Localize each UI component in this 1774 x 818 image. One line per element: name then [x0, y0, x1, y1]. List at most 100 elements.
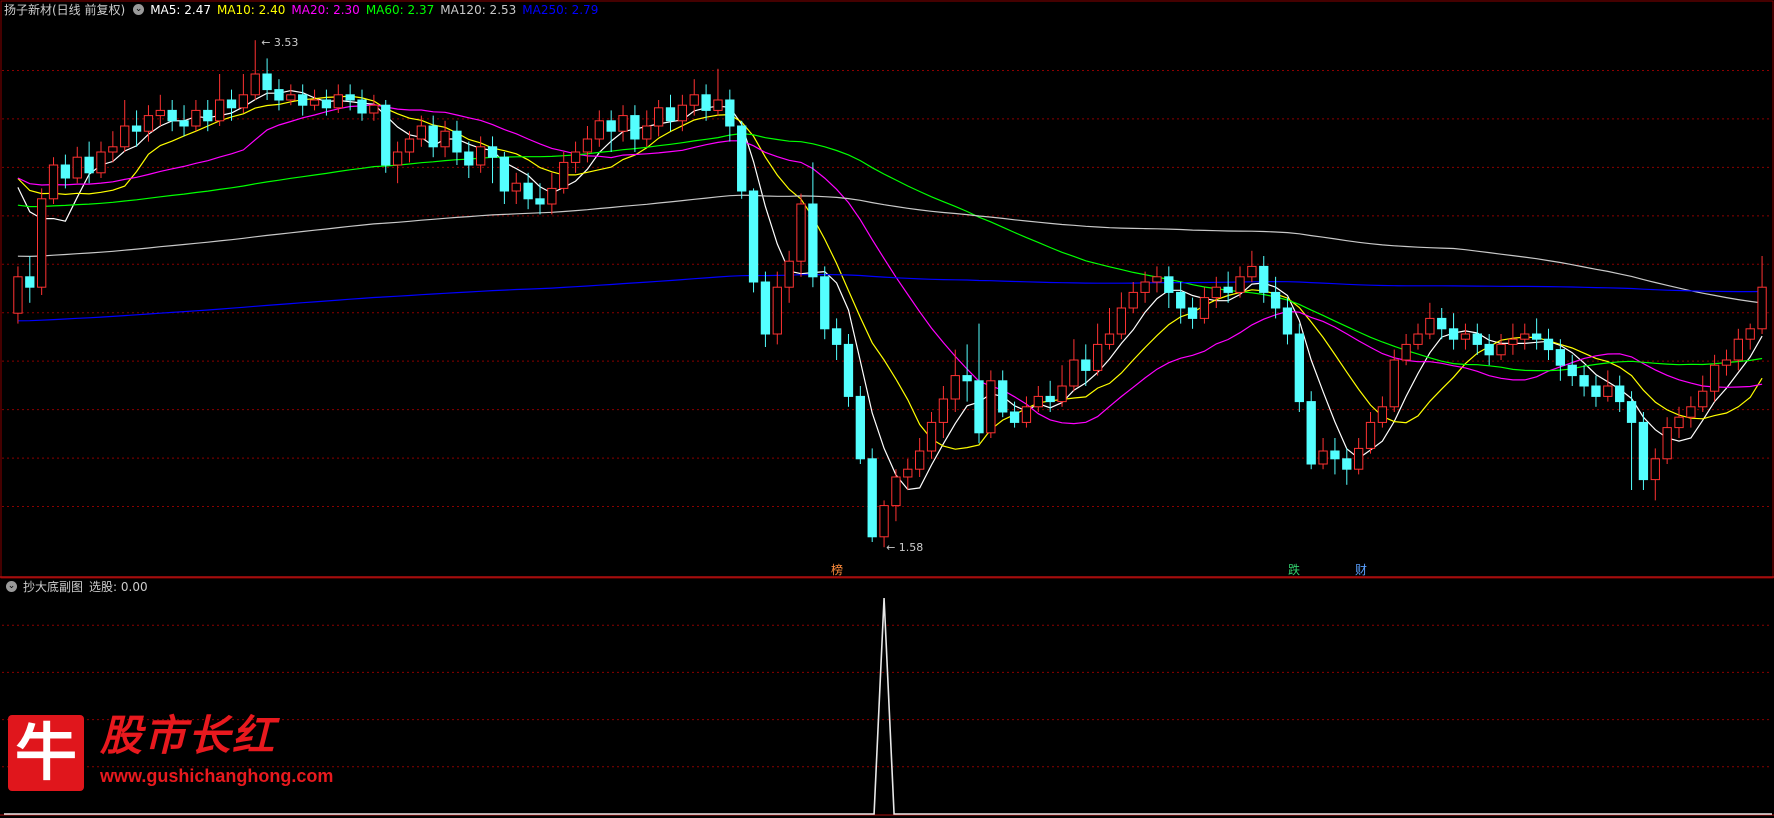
ma-indicator-0: MA5: 2.47: [150, 3, 211, 17]
candle-body: [642, 125, 652, 140]
candle: [1650, 448, 1660, 501]
candle-body: [1270, 291, 1281, 309]
candle: [1116, 292, 1127, 340]
candle-body: [689, 94, 699, 106]
candle: [1567, 354, 1577, 386]
candle: [582, 126, 593, 163]
candle-body: [333, 94, 343, 109]
candle-body: [416, 125, 426, 140]
candle-body: [1757, 286, 1767, 330]
candle: [238, 74, 249, 113]
collapse-icon[interactable]: ⌄: [6, 581, 17, 592]
candle: [1579, 365, 1589, 397]
ma-indicator-3: MA60: 2.37: [365, 3, 435, 17]
candle: [1318, 438, 1328, 470]
candle: [1508, 323, 1518, 355]
candle-body: [286, 94, 296, 101]
candle-body: [547, 187, 557, 205]
candle: [784, 250, 794, 303]
candle: [1306, 391, 1316, 470]
kline-chart[interactable]: ← 3.53 ← 1.58: [0, 0, 1774, 818]
candle: [499, 152, 510, 204]
candle-body: [962, 375, 972, 382]
candle-body: [725, 99, 735, 127]
candle-body: [748, 190, 759, 283]
candle-body: [1354, 447, 1364, 470]
candle: [369, 94, 379, 121]
candle: [1496, 334, 1506, 360]
candle-body: [250, 73, 260, 96]
candle: [392, 141, 403, 184]
bull-logo-icon: 牛: [8, 715, 84, 791]
candle-body: [238, 94, 249, 109]
candle-body: [582, 138, 593, 153]
candle: [1128, 282, 1138, 314]
candle-body: [1389, 359, 1399, 408]
logo-url: www.gushichanghong.com: [100, 766, 334, 786]
candle-body: [1484, 343, 1494, 356]
candle-body: [25, 276, 35, 288]
candle: [131, 110, 142, 147]
candle-body: [1223, 286, 1233, 293]
candle-body: [808, 203, 818, 278]
candle-body: [677, 104, 688, 122]
candle: [618, 105, 628, 142]
candle-body: [1721, 359, 1732, 366]
ma-indicator-5: MA250: 2.79: [522, 3, 599, 17]
candle: [1626, 391, 1637, 490]
candle: [1425, 302, 1435, 340]
candle-body: [594, 120, 604, 140]
candle-body: [630, 115, 640, 140]
candle: [867, 448, 877, 542]
candle: [72, 146, 82, 184]
candle-body: [1116, 307, 1127, 335]
candle: [1164, 266, 1174, 308]
candle: [701, 84, 711, 121]
candle-body: [665, 107, 676, 122]
candle-body: [1128, 291, 1138, 309]
candle: [143, 105, 154, 142]
candle-body: [1555, 349, 1566, 366]
candle: [191, 100, 201, 132]
candle-body: [452, 130, 462, 153]
candle: [1223, 271, 1233, 303]
candle-body: [1448, 328, 1459, 340]
candle-body: [986, 380, 996, 434]
candle-body: [570, 151, 581, 163]
candle: [1603, 370, 1613, 402]
candle-body: [309, 99, 320, 106]
candle: [1531, 318, 1542, 350]
candle: [1413, 323, 1423, 350]
candle-body: [1152, 276, 1162, 283]
candle: [547, 172, 557, 215]
candle-body: [1021, 406, 1032, 423]
candle-body: [867, 458, 877, 538]
candle-body: [1674, 416, 1684, 429]
candle: [1686, 396, 1696, 428]
candle: [1104, 308, 1115, 350]
signal-label-bang: 榜: [831, 563, 844, 577]
candle: [606, 110, 616, 152]
candle-body: [214, 99, 225, 122]
candle-body: [476, 146, 486, 166]
candle-body: [369, 104, 379, 114]
candle: [428, 115, 438, 158]
candle: [725, 89, 735, 142]
candle: [891, 469, 901, 522]
candlestick-series: [13, 40, 1767, 548]
collapse-icon[interactable]: ⌄: [133, 4, 145, 15]
ma-indicator-2: MA20: 2.30: [291, 3, 360, 17]
candle-body: [1472, 333, 1482, 345]
candle-body: [1567, 364, 1577, 377]
candle-body: [464, 151, 474, 166]
candle: [464, 141, 474, 178]
candle-body: [1638, 421, 1649, 481]
candle: [298, 84, 308, 116]
candle: [1638, 412, 1649, 490]
candle-body: [855, 395, 865, 460]
candle: [998, 370, 1008, 418]
candle: [879, 500, 889, 548]
candle: [1615, 375, 1625, 412]
candle-body: [1176, 291, 1186, 309]
ma10-line: [17, 95, 1763, 450]
